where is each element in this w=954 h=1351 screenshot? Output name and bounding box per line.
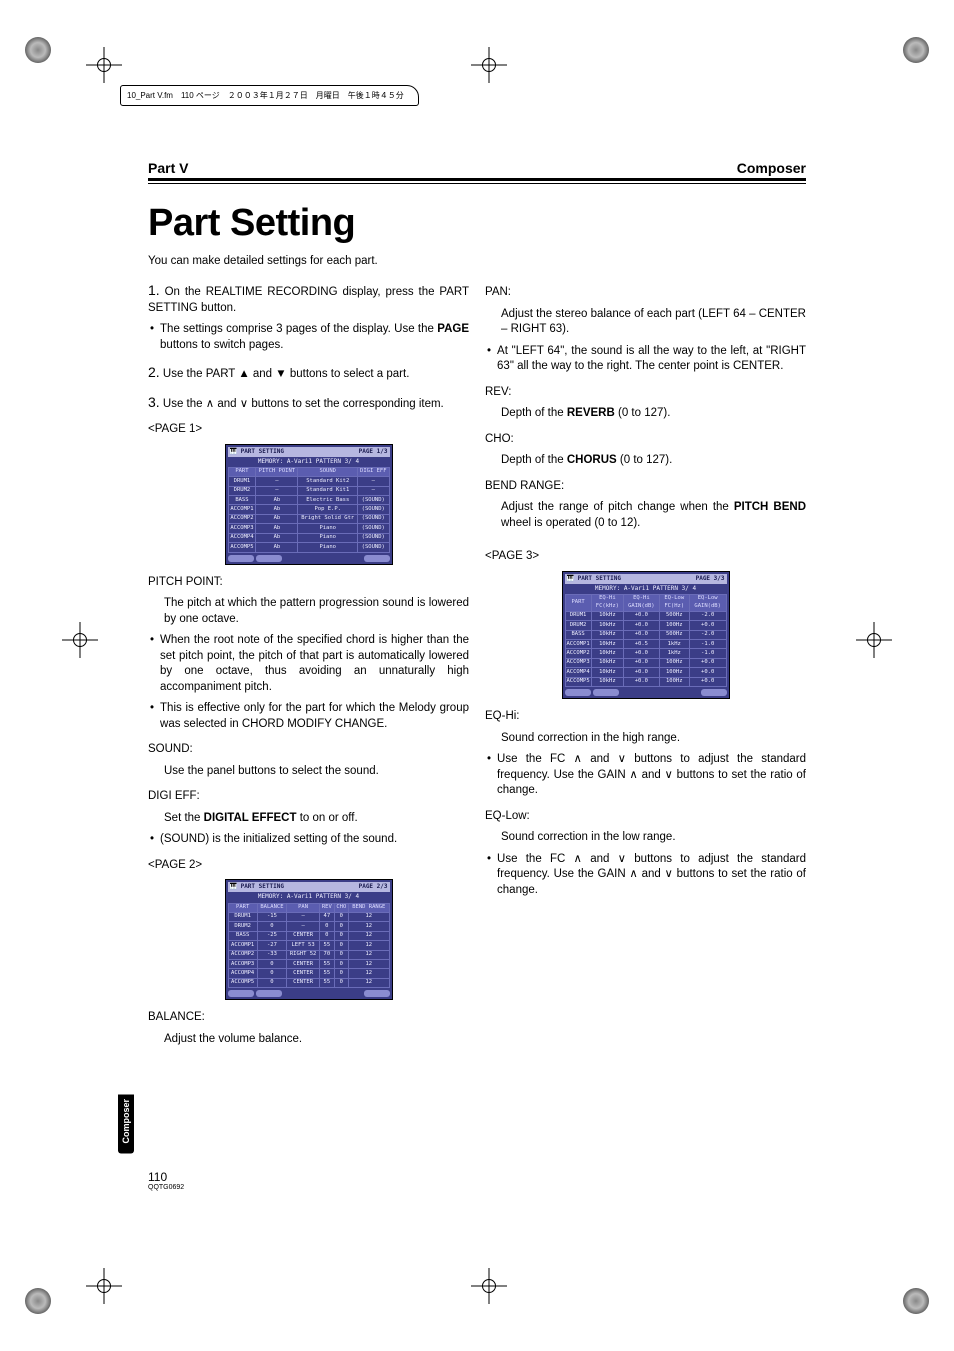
left-column: 1. On the REALTIME RECORDING display, pr… (148, 281, 469, 1053)
pan-bullet: At "LEFT 64", the sound is all the way t… (497, 344, 806, 375)
registration-mark-icon (477, 53, 501, 77)
pitch-point-bullet1: When the root note of the specified chor… (160, 633, 469, 695)
digi-bullet: (SOUND) is the initialized setting of th… (160, 832, 397, 848)
eqlow-bullet: Use the FC ∧ and ∨ buttons to adjust the… (497, 852, 806, 899)
eqlow-text: Sound correction in the low range. (485, 830, 806, 846)
crop-corner-icon (903, 1288, 929, 1314)
step3-text: Use the ∧ and ∨ buttons to set the corre… (163, 398, 444, 410)
lcd-screenshot-3: 🎹 PART SETTINGPAGE 3/3MEMORY: A-Vari1 PA… (562, 571, 730, 699)
rule-thin (148, 183, 806, 184)
running-head-left: Part V (148, 160, 188, 176)
crop-corner-icon (903, 37, 929, 63)
eqhi-text: Sound correction in the high range. (485, 731, 806, 747)
pan-text: Adjust the stereo balance of each part (… (485, 307, 806, 338)
sound-text: Use the panel buttons to select the soun… (148, 764, 469, 780)
lcd-screenshot-2: 🎹 PART SETTINGPAGE 2/3MEMORY: A-Vari1 PA… (225, 879, 393, 1000)
eqlow-label: EQ-Low: (485, 809, 806, 825)
step1-text: On the REALTIME RECORDING display, press… (148, 286, 469, 314)
page-number: 110QQTG0692 (148, 1170, 184, 1191)
file-header-text: 10_Part V.fm 110 ページ ２００３年１月２７日 月曜日 午後１時… (120, 85, 419, 106)
side-tab: Composer (118, 1095, 134, 1154)
eqhi-bullet: Use the FC ∧ and ∨ buttons to adjust the… (497, 752, 806, 799)
balance-label: BALANCE: (148, 1010, 469, 1026)
page2-label: <PAGE 2> (148, 858, 469, 874)
balance-text: Adjust the volume balance. (148, 1032, 469, 1048)
pitch-point-bullet2: This is effective only for the part for … (160, 701, 469, 732)
cho-text: Depth of the CHORUS (0 to 127). (485, 453, 806, 469)
bend-text: Adjust the range of pitch change when th… (485, 500, 806, 531)
step2-text: Use the PART ▲ and ▼ buttons to select a… (163, 368, 410, 380)
eqhi-label: EQ-Hi: (485, 709, 806, 725)
step-number: 3. (148, 394, 160, 410)
lcd-screenshot-1: 🎹 PART SETTINGPAGE 1/3MEMORY: A-Vari1 PA… (225, 444, 393, 565)
pitch-point-text: The pitch at which the pattern progressi… (148, 596, 469, 627)
crop-marks-top (0, 50, 954, 80)
right-column: PAN: Adjust the stereo balance of each p… (485, 281, 806, 1053)
rev-text: Depth of the REVERB (0 to 127). (485, 406, 806, 422)
rev-label: REV: (485, 385, 806, 401)
registration-mark-icon (92, 53, 116, 77)
step1-bullet: The settings comprise 3 pages of the dis… (160, 322, 469, 353)
digi-text: Set the DIGITAL EFFECT to on or off. (148, 811, 469, 827)
digi-label: DIGI EFF: (148, 789, 469, 805)
page-content: Part V Composer Part Setting You can mak… (148, 160, 806, 1053)
page3-label: <PAGE 3> (485, 549, 806, 565)
registration-mark-icon (92, 1274, 116, 1298)
crop-corner-icon (25, 1288, 51, 1314)
intro-text: You can make detailed settings for each … (148, 255, 806, 267)
cho-label: CHO: (485, 432, 806, 448)
pan-label: PAN: (485, 285, 806, 301)
step-number: 2. (148, 364, 160, 380)
running-head-right: Composer (737, 160, 806, 176)
pitch-point-label: PITCH POINT: (148, 575, 469, 591)
step-number: 1. (148, 282, 160, 298)
bend-label: BEND RANGE: (485, 479, 806, 495)
chapter-title: Part Setting (148, 202, 806, 245)
page1-label: <PAGE 1> (148, 422, 469, 438)
registration-mark-icon (477, 1274, 501, 1298)
crop-marks-bottom (0, 1271, 954, 1301)
crop-corner-icon (25, 37, 51, 63)
rule-thick (148, 178, 806, 181)
sound-label: SOUND: (148, 742, 469, 758)
